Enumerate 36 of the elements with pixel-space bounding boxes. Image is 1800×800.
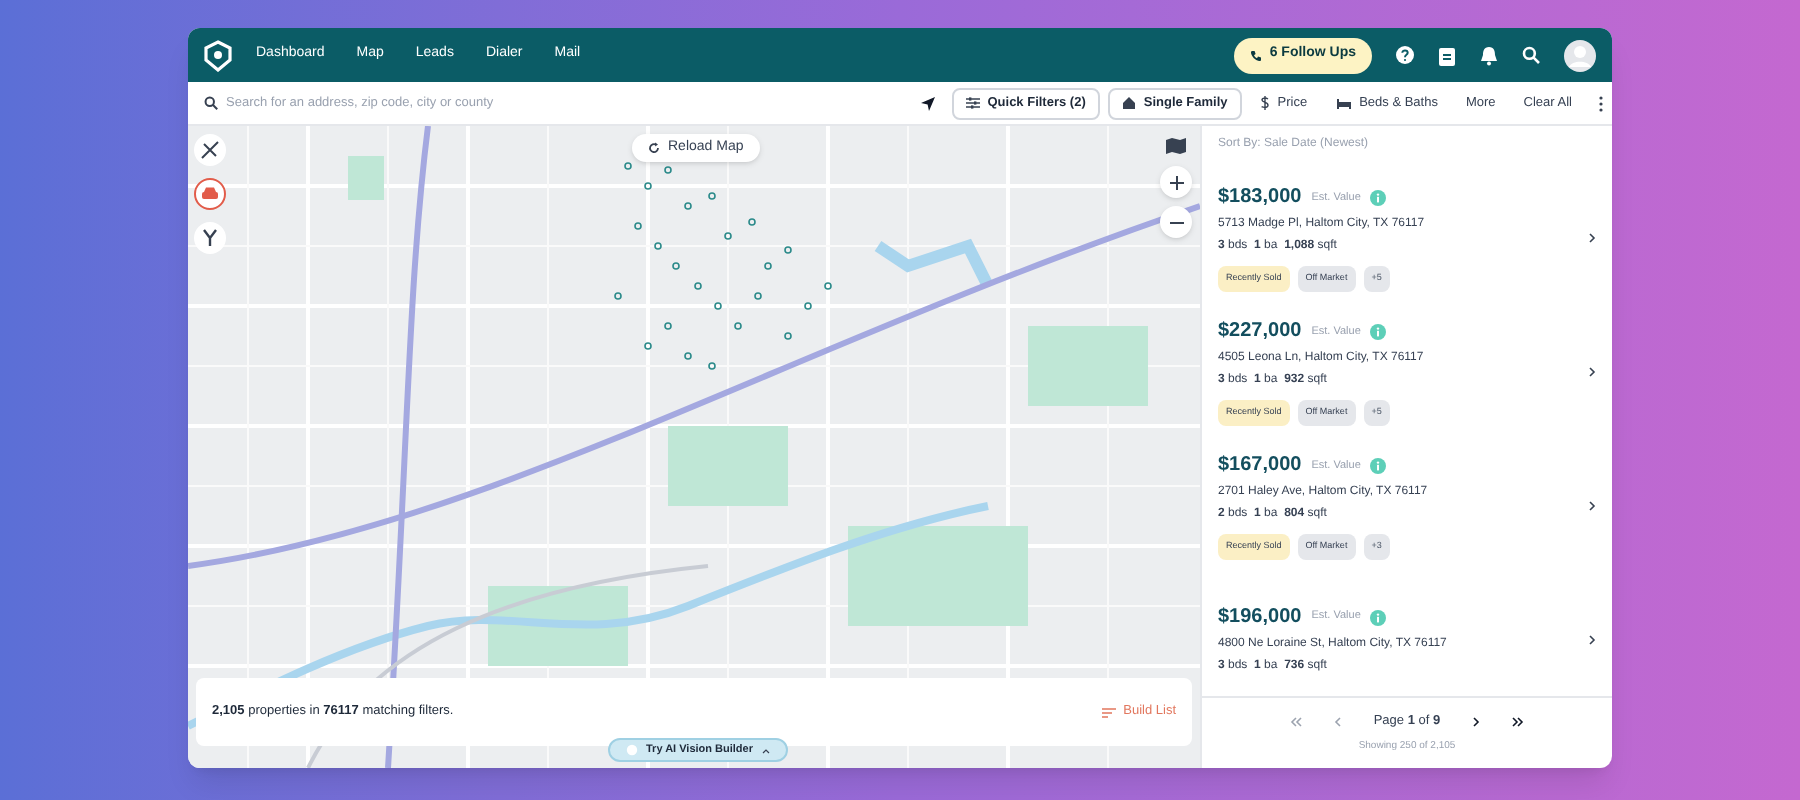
location-arrow-icon[interactable] <box>919 95 936 111</box>
plus-icon <box>1169 175 1183 189</box>
info-icon <box>1370 457 1387 474</box>
caret-icon <box>761 747 769 753</box>
chevron-right-icon[interactable] <box>1588 231 1596 243</box>
sliders-icon <box>965 96 980 110</box>
avatar-icon[interactable] <box>1564 39 1596 71</box>
chevron-right-icon[interactable] <box>1588 633 1596 645</box>
draw-shape-icon[interactable] <box>194 134 226 166</box>
bed-icon <box>1335 97 1352 109</box>
refresh-icon <box>648 142 660 154</box>
map-layers-icon[interactable] <box>1164 134 1188 158</box>
listing-price: $196,000 <box>1218 604 1302 632</box>
search-icon[interactable] <box>1522 46 1540 64</box>
house-icon <box>1121 96 1136 110</box>
info-icon <box>1370 609 1387 625</box>
help-icon[interactable] <box>1396 46 1414 64</box>
dollar-icon <box>1259 96 1270 110</box>
search-icon <box>204 96 218 110</box>
listing-price: $227,000 <box>1218 318 1302 347</box>
info-icon <box>1370 323 1387 340</box>
clipboard-icon[interactable] <box>1438 45 1456 65</box>
last-page-icon[interactable] <box>1512 715 1525 728</box>
listing-price: $167,000 <box>1218 452 1302 481</box>
fork-icon[interactable] <box>194 222 226 254</box>
more-options-icon[interactable] <box>1598 95 1604 111</box>
bell-icon[interactable] <box>1480 45 1498 65</box>
phone-icon <box>1249 49 1262 61</box>
toggle-icon <box>626 744 638 756</box>
chevron-right-icon[interactable] <box>1588 499 1596 511</box>
listing-price: $183,000 <box>1218 184 1302 213</box>
list-icon <box>1101 707 1116 717</box>
next-page-icon[interactable] <box>1472 715 1481 728</box>
logo-icon <box>204 39 232 71</box>
info-icon <box>1370 189 1387 206</box>
chevron-right-icon[interactable] <box>1588 365 1596 377</box>
